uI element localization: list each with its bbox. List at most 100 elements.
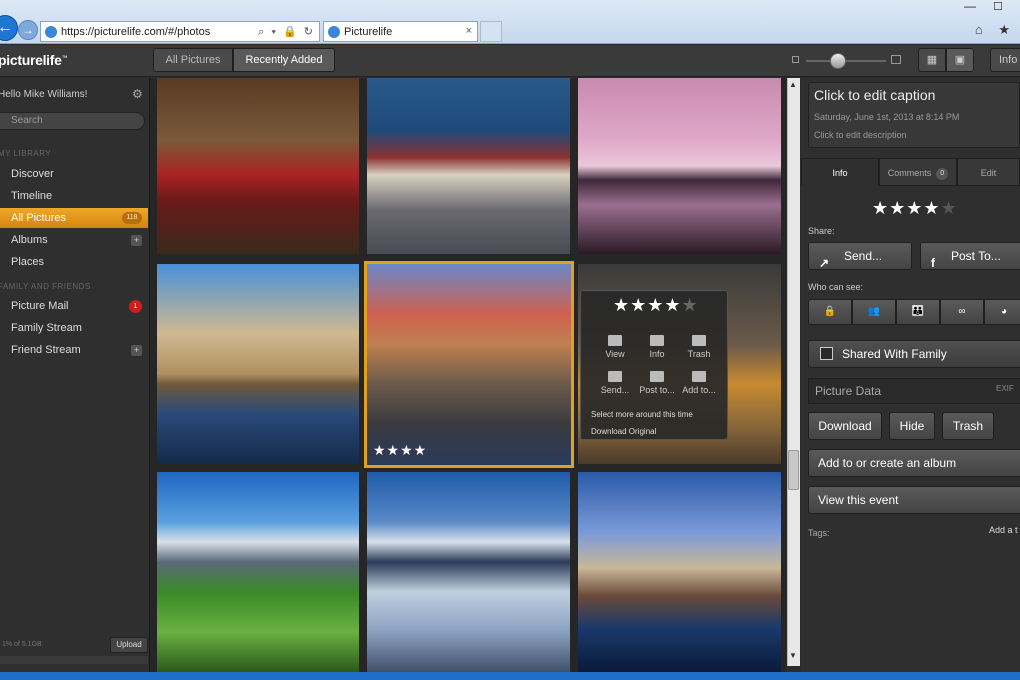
tab-comments[interactable]: Comments 0	[879, 158, 957, 186]
zoom-slider-track[interactable]	[806, 60, 886, 62]
window-maximize-button[interactable]: ☐	[986, 1, 1010, 15]
photo-thumbnail-selected[interactable]: ★★★★	[364, 261, 574, 468]
forward-button[interactable]: →	[18, 20, 38, 40]
section-family-friends: FAMILY AND FRIENDS	[0, 282, 91, 291]
photo-thumbnail[interactable]	[367, 78, 570, 254]
view-grid-large-button[interactable]: ▣	[946, 48, 974, 72]
view-event-button[interactable]: View this event	[808, 486, 1020, 514]
view-grid-small-button[interactable]: ▦	[918, 48, 946, 72]
sidebar-item-label: Timeline	[11, 190, 53, 202]
photo-thumbnail[interactable]	[157, 264, 359, 464]
sidebar-item-places[interactable]: Places	[0, 252, 148, 272]
address-url: https://picturelife.com/#/photos	[61, 26, 211, 38]
photo-thumbnail[interactable]	[578, 78, 781, 254]
tags-label: Tags:	[808, 528, 830, 538]
menu-item-add-to[interactable]: Add to...	[679, 371, 719, 395]
sidebar-item-friend-stream[interactable]: Friend Stream +	[0, 340, 148, 360]
add-friend-icon[interactable]: +	[131, 345, 142, 356]
description-field[interactable]: Click to edit description	[814, 130, 907, 140]
sidebar-item-label: Picture Mail	[11, 300, 69, 312]
site-favicon-icon	[45, 26, 57, 38]
new-tab-button[interactable]	[480, 21, 502, 42]
rating-stars[interactable]: ★★★★★	[872, 198, 958, 219]
grid-scrollbar[interactable]	[787, 78, 800, 666]
tab-edit[interactable]: Edit	[957, 158, 1020, 186]
select-more-link[interactable]: Select more around this time	[591, 410, 693, 419]
storage-bar	[0, 656, 148, 664]
app-logo[interactable]: picturelife™	[0, 52, 68, 68]
picture-data-header[interactable]: Picture Data	[808, 378, 1020, 404]
add-album-icon[interactable]: +	[131, 235, 142, 246]
post-to-button[interactable]: f Post To...	[920, 242, 1020, 270]
count-badge: 118	[122, 212, 142, 224]
add-tag-link[interactable]: Add a t	[989, 525, 1018, 535]
sidebar-item-discover[interactable]: Discover	[0, 164, 148, 184]
tab-title: Picturelife	[344, 26, 393, 38]
address-bar[interactable]: https://picturelife.com/#/photos ⌕ ▾ 🔒 ↻	[40, 21, 320, 42]
info-toggle-button[interactable]: Info	[990, 48, 1020, 72]
exif-link[interactable]: EXIF	[996, 384, 1014, 393]
search-input[interactable]: Search	[0, 112, 145, 130]
scrollbar-thumb[interactable]	[788, 450, 799, 490]
browser-tab[interactable]: Picturelife ×	[323, 21, 478, 42]
browser-toolbar-icons[interactable]: ⌂ ★	[975, 22, 1016, 38]
sidebar-item-label: Friend Stream	[11, 344, 81, 356]
address-actions[interactable]: ⌕ ▾ 🔒 ↻	[258, 25, 315, 39]
menu-item-view[interactable]: View	[595, 335, 635, 359]
photo-thumbnail[interactable]	[157, 78, 359, 254]
sidebar-item-family-stream[interactable]: Family Stream	[0, 318, 148, 338]
privacy-family-icon[interactable]: 👪	[896, 299, 940, 325]
tab-all-pictures[interactable]: All Pictures	[153, 48, 233, 72]
app-window: ← → https://picturelife.com/#/photos ⌕ ▾…	[0, 0, 1020, 680]
sidebar-item-label: All Pictures	[11, 212, 67, 224]
sidebar-item-albums[interactable]: Albums +	[0, 230, 148, 250]
trash-button[interactable]: Trash	[942, 412, 994, 440]
scroll-down-icon[interactable]: ▼	[789, 651, 797, 660]
shared-with-family-toggle[interactable]: Shared With Family	[808, 340, 1020, 368]
add-album-button[interactable]: Add to or create an album	[808, 449, 1020, 477]
greeting: Hello Mike Williams!	[0, 89, 88, 100]
scroll-up-icon[interactable]: ▲	[789, 80, 797, 89]
upload-button[interactable]: Upload	[110, 637, 148, 653]
privacy-friends-icon[interactable]: 👥	[852, 299, 896, 325]
window-minimize-button[interactable]: —	[958, 0, 982, 15]
tab-recently-added[interactable]: Recently Added	[233, 48, 335, 72]
info-icon	[650, 335, 664, 346]
menu-item-trash[interactable]: Trash	[679, 335, 719, 359]
zoom-slider-handle[interactable]	[830, 53, 846, 69]
zoom-large-icon[interactable]	[891, 55, 901, 64]
photo-date: Saturday, June 1st, 2013 at 8:14 PM	[814, 112, 960, 122]
privacy-link-icon[interactable]: ∞	[940, 299, 984, 325]
popup-rating-stars[interactable]: ★★★★★	[613, 295, 699, 316]
checkbox[interactable]	[820, 347, 833, 360]
share-label: Share:	[808, 226, 835, 236]
add-to-icon	[692, 371, 706, 382]
photo-thumbnail[interactable]	[157, 472, 359, 672]
photo-thumbnail[interactable]	[578, 472, 781, 672]
tab-close-icon[interactable]: ×	[466, 25, 472, 37]
sidebar-item-label: Albums	[11, 234, 48, 246]
view-icon	[608, 335, 622, 346]
sidebar-item-picture-mail[interactable]: Picture Mail 1	[0, 296, 148, 316]
photo-thumbnail[interactable]	[367, 472, 570, 672]
privacy-private-lock-icon[interactable]: 🔒	[808, 299, 852, 325]
zoom-small-icon[interactable]	[792, 56, 799, 63]
facebook-icon: f	[931, 256, 935, 270]
sidebar-item-timeline[interactable]: Timeline	[0, 186, 148, 206]
download-original-link[interactable]: Download Original	[591, 427, 656, 436]
send-button[interactable]: ↗ Send...	[808, 242, 912, 270]
sidebar-item-label: Family Stream	[11, 322, 82, 334]
tab-info[interactable]: Info	[801, 158, 879, 186]
who-can-see-label: Who can see:	[808, 282, 864, 292]
caption-field[interactable]: Click to edit caption	[814, 87, 935, 103]
privacy-public-icon[interactable]: ◕	[984, 299, 1020, 325]
menu-item-post-to[interactable]: Post to...	[637, 371, 677, 395]
hide-button[interactable]: Hide	[889, 412, 935, 440]
sidebar-item-all-pictures[interactable]: All Pictures 118	[0, 208, 148, 228]
sidebar-item-label: Places	[11, 256, 45, 268]
menu-item-send[interactable]: Send...	[595, 371, 635, 395]
send-icon: ↗	[819, 256, 830, 270]
download-button[interactable]: Download	[808, 412, 882, 440]
menu-item-info[interactable]: Info	[637, 335, 677, 359]
settings-gear-icon[interactable]: ⚙	[132, 87, 143, 101]
